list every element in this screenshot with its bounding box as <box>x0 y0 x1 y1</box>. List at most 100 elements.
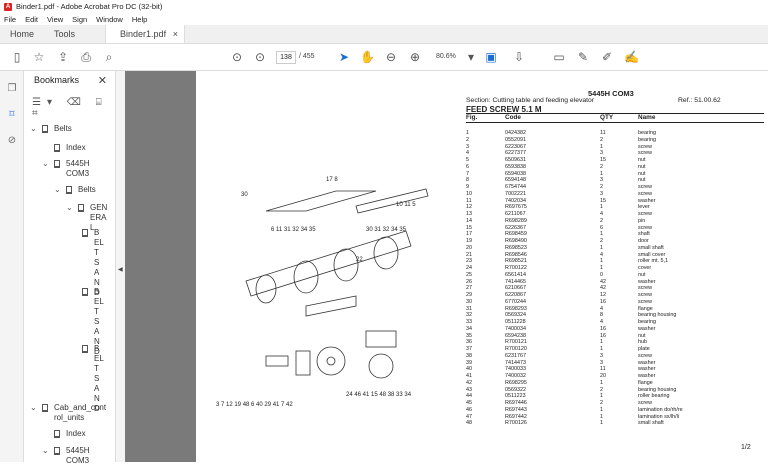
left-rail: ❐ ⌑ ⊘ <box>0 71 24 462</box>
page-number-input[interactable]: 138 <box>276 51 296 64</box>
fig-cell: 43 <box>466 386 472 393</box>
tab-document-label: Binder1.pdf <box>120 29 167 39</box>
col-qty: QTY <box>600 114 614 121</box>
chevron-down-icon[interactable]: ⌄ <box>54 185 61 195</box>
comment-icon[interactable]: ▭ <box>552 50 566 64</box>
zoom-out-icon[interactable]: ⊖ <box>384 50 398 64</box>
qty-cell: 42 <box>600 278 606 285</box>
fig-cell: 6 <box>466 163 469 170</box>
pages-icon[interactable]: ❐ <box>6 83 18 95</box>
sign-icon[interactable]: ✍ <box>624 50 639 64</box>
fig-cell: 47 <box>466 413 472 420</box>
qty-cell: 11 <box>600 130 606 136</box>
chevron-down-icon[interactable]: ⌄ <box>42 159 49 169</box>
fig-cell: 42 <box>466 379 472 386</box>
menu-help[interactable]: Help <box>132 15 147 24</box>
hand-tool-icon[interactable]: ✋ <box>360 50 375 64</box>
qty-cell: 2 <box>600 163 603 170</box>
fig-cell: 36 <box>466 339 472 346</box>
svg-text:24 46 41 15 48 38 33 34: 24 46 41 15 48 38 33 34 <box>346 392 412 398</box>
chevron-down-icon[interactable]: ⌄ <box>30 403 37 413</box>
qty-cell: 1 <box>600 339 603 346</box>
zoom-in-icon[interactable]: ⊕ <box>408 50 422 64</box>
document-viewer[interactable]: 30 6 11 31 32 34 35 30 31 32 34 35 17 8 … <box>125 71 768 462</box>
attachment-icon[interactable]: ⊘ <box>6 135 18 147</box>
close-panel-icon[interactable]: ✕ <box>98 74 107 87</box>
name-cell: screw <box>638 184 653 190</box>
fig-cell: 14 <box>466 217 472 224</box>
zoom-level[interactable]: 80.6% <box>436 53 456 60</box>
page-total: / 455 <box>299 53 315 60</box>
create-file-icon[interactable]: ▯ <box>10 50 24 64</box>
collapse-arrow-icon[interactable]: ◀ <box>118 266 123 273</box>
menu-window[interactable]: Window <box>96 15 123 24</box>
fig-cell: 31 <box>466 305 472 312</box>
menu-view[interactable]: View <box>47 15 63 24</box>
bookmark-icon <box>82 345 88 353</box>
chevron-down-icon[interactable]: ⌄ <box>42 446 49 456</box>
name-cell: pin <box>638 217 646 224</box>
name-cell: screw <box>638 400 653 406</box>
tab-home[interactable]: Home <box>0 25 44 43</box>
panel-splitter[interactable]: ◀ <box>116 71 125 462</box>
fig-cell: 27 <box>466 285 472 292</box>
name-cell: door <box>638 238 649 244</box>
code-cell: R700121 <box>505 339 527 346</box>
highlight-icon[interactable]: ✎ <box>576 50 590 64</box>
draw-icon[interactable]: ✐ <box>600 50 614 64</box>
table-row: 26 7414465 42 washer <box>466 279 764 286</box>
name-cell: plate <box>638 346 650 352</box>
print-icon[interactable]: ⎙ <box>79 50 93 64</box>
page-display-icon[interactable]: ▣ <box>484 50 498 64</box>
close-tab-icon[interactable]: × <box>173 29 178 39</box>
svg-text:22: 22 <box>356 257 363 263</box>
bookmark-icon <box>54 144 60 152</box>
upload-icon[interactable]: ⇪ <box>56 50 70 64</box>
name-cell: washer <box>638 278 656 285</box>
menu-sign[interactable]: Sign <box>72 15 87 24</box>
code-cell: 0424382 <box>505 130 526 136</box>
bookmark-icon <box>42 404 48 412</box>
menu-file[interactable]: File <box>4 15 16 24</box>
bookmarks-panel: Bookmarks ✕ ☰▾ ⌫ ⌸ ⌗ ⌄ Belts Index ⌄ 544… <box>24 71 136 465</box>
table-row: 45 R697446 2 screw <box>466 400 764 407</box>
select-tool-icon[interactable]: ➤ <box>337 50 351 64</box>
chevron-down-icon[interactable]: ⌄ <box>66 203 73 213</box>
code-cell: R698546 <box>505 251 527 258</box>
qty-cell: 2 <box>600 386 603 393</box>
bookmark-panel-icon[interactable]: ⌑ <box>6 109 18 121</box>
qty-cell: 15 <box>600 197 606 204</box>
name-cell: screw <box>638 298 653 305</box>
fig-cell: 10 <box>466 190 472 197</box>
scroll-mode-icon[interactable]: ⇩ <box>512 50 526 64</box>
parts-diagram: 30 6 11 31 32 34 35 30 31 32 34 35 17 8 … <box>216 177 429 408</box>
fig-cell: 19 <box>466 238 472 244</box>
search-icon[interactable]: ⌕ <box>102 50 116 64</box>
bookmark-tools[interactable]: ☰▾ ⌫ ⌸ ⌗ <box>32 97 115 119</box>
qty-cell: 1 <box>600 413 603 420</box>
table-row: 4 6227377 3 screw <box>466 150 764 157</box>
menu-edit[interactable]: Edit <box>25 15 38 24</box>
star-icon[interactable]: ☆ <box>32 50 46 64</box>
fig-cell: 39 <box>466 359 472 366</box>
window-title: Binder1.pdf - Adobe Acrobat Pro DC (32-b… <box>16 2 163 11</box>
chevron-down-icon[interactable]: ⌄ <box>30 124 37 134</box>
previous-page-icon[interactable]: ⊙ <box>230 50 244 64</box>
tab-document[interactable]: Binder1.pdf × <box>105 25 186 43</box>
name-cell: screw <box>638 143 653 150</box>
zoom-dropdown-icon[interactable]: ▾ <box>464 50 478 64</box>
qty-cell: 2 <box>600 238 603 244</box>
qty-cell: 1 <box>600 406 603 413</box>
name-cell: nut <box>638 170 646 177</box>
code-cell: 6210667 <box>505 285 526 292</box>
qty-cell: 4 <box>600 211 603 217</box>
table-row: 5 6509631 15 nut <box>466 157 764 164</box>
code-cell: 7002221 <box>505 190 526 197</box>
qty-cell: 2 <box>600 217 603 224</box>
header-rule-bottom <box>466 122 764 123</box>
qty-cell: 11 <box>600 366 606 373</box>
acrobat-icon: A <box>4 2 12 11</box>
code-cell: 6227377 <box>505 150 526 157</box>
next-page-icon[interactable]: ⊙ <box>253 50 267 64</box>
tab-tools[interactable]: Tools <box>44 25 85 43</box>
